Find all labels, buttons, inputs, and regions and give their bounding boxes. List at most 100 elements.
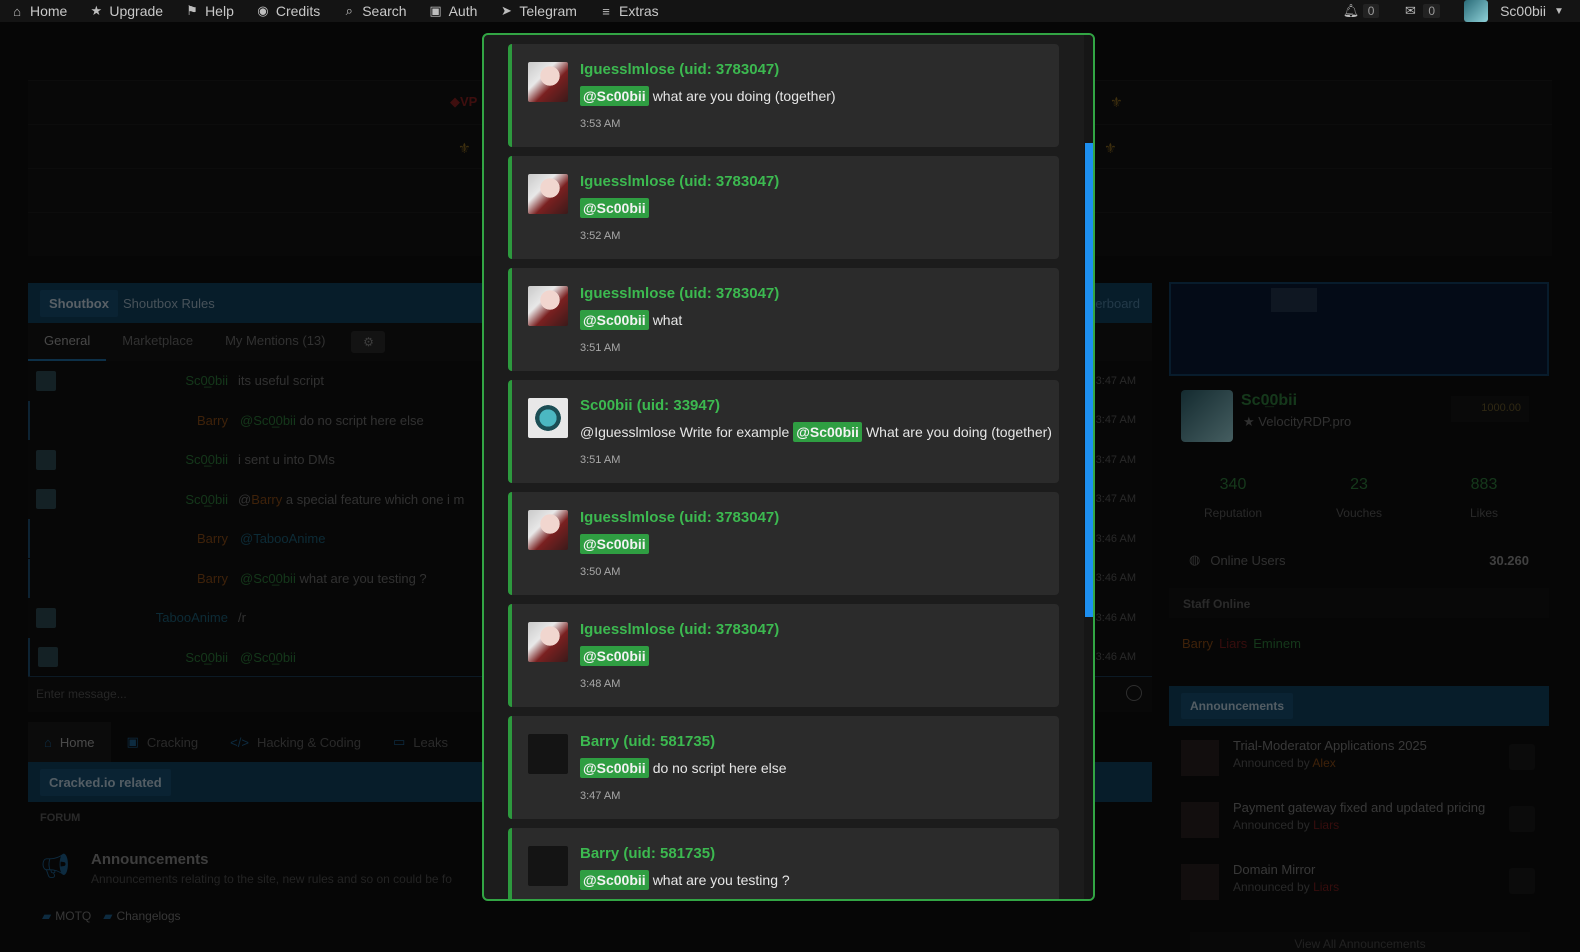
clock-icon[interactable]	[1509, 744, 1535, 770]
staff-member-link[interactable]: Barry	[1182, 636, 1213, 651]
avatar[interactable]	[528, 62, 568, 102]
mention-author[interactable]: Iguesslmlose (uid: 3783047)	[580, 61, 779, 78]
mention-tag[interactable]: @Sc00bii	[580, 86, 649, 106]
shout-mention[interactable]: @Sc0̲0bii	[240, 571, 296, 586]
shout-username[interactable]: TabooAnime	[156, 610, 228, 625]
mention-author[interactable]: Iguesslmlose (uid: 3783047)	[580, 621, 779, 638]
clock-icon[interactable]	[1509, 806, 1535, 832]
shout-message: /r	[238, 610, 246, 625]
nav-telegram[interactable]: ➤ Telegram	[499, 3, 577, 19]
inbox-icon[interactable]: ✉︎	[1403, 3, 1417, 19]
mention-author[interactable]: Barry (uid: 581735)	[580, 845, 715, 862]
shout-username[interactable]: Sc0̲0bii	[185, 650, 228, 665]
announcement-title[interactable]: Trial-Moderator Applications 2025	[1233, 738, 1427, 753]
mention-author[interactable]: Iguesslmlose (uid: 3783047)	[580, 285, 779, 302]
avatar[interactable]	[528, 510, 568, 550]
tab-cracking[interactable]: ▣ Cracking	[111, 722, 215, 762]
inbox-count: 0	[1423, 4, 1441, 18]
shout-username[interactable]: Barry	[197, 531, 228, 546]
shout-username[interactable]: Sc0̲0bii	[185, 373, 228, 388]
announcement-title[interactable]: Payment gateway fixed and updated pricin…	[1233, 800, 1485, 815]
author-link[interactable]: Liars	[1313, 880, 1339, 894]
clock-icon[interactable]	[1509, 868, 1535, 894]
announcement-title[interactable]: Domain Mirror	[1233, 862, 1315, 877]
bell-icon[interactable]: 🔔︎	[1343, 3, 1360, 19]
avatar[interactable]	[36, 449, 56, 470]
announcement-item[interactable]: Payment gateway fixed and updated pricin…	[1169, 796, 1549, 844]
shout-username[interactable]: Barry	[197, 571, 228, 586]
nav-extras[interactable]: ≡ Extras	[599, 3, 658, 19]
staff-member-link[interactable]: Liars	[1219, 636, 1247, 651]
staff-member-link[interactable]: Eminem	[1253, 636, 1301, 651]
tab-general[interactable]: General	[28, 323, 107, 361]
announcement-item[interactable]: Domain Mirror Announced by Liars	[1169, 858, 1549, 906]
leaderboard-link[interactable]: erboard	[1095, 296, 1140, 311]
avatar[interactable]	[528, 286, 568, 326]
stat-likes: 883 Likes	[1469, 476, 1498, 520]
nav-auth[interactable]: ▣ Auth	[429, 3, 477, 19]
shout-mention[interactable]: @Sc0̲0bii	[240, 413, 296, 428]
avatar[interactable]	[528, 846, 568, 886]
emoji-icon[interactable]	[1126, 685, 1142, 701]
author-link[interactable]: Liars	[1313, 818, 1339, 832]
avatar[interactable]	[528, 174, 568, 214]
tab-label: Home	[59, 734, 95, 750]
chevron-down-icon[interactable]: ▼	[1552, 6, 1566, 17]
forum-category-tabs: ⌂ Home ▣ Cracking </> Hacking & Coding ▭ Leaks	[28, 722, 488, 762]
forum-announcements-link[interactable]: Announcements	[91, 851, 209, 868]
author-link[interactable]: Alex	[1312, 756, 1335, 770]
mention-message: @Sc00bii	[580, 646, 649, 666]
tab-marketplace[interactable]: Marketplace	[106, 323, 209, 361]
avatar[interactable]	[528, 734, 568, 774]
avatar[interactable]	[36, 489, 56, 509]
nav-label: Help	[205, 3, 234, 19]
profile-name[interactable]: Sc0̲0bii	[1241, 392, 1297, 410]
tab-home[interactable]: ⌂ Home	[28, 722, 111, 762]
scrollbar[interactable]	[1084, 35, 1093, 899]
shoutbox-rules-link[interactable]: Shoutbox Rules	[123, 296, 215, 311]
tab-leaks[interactable]: ▭ Leaks	[377, 722, 464, 762]
mention-tag[interactable]: @Sc00bii	[580, 758, 649, 778]
mention-tag[interactable]: @Sc00bii	[580, 646, 649, 666]
shout-username[interactable]: Sc0̲0bii	[185, 492, 228, 507]
mention-tag[interactable]: @Sc00bii	[793, 422, 862, 442]
subforum-link[interactable]: ▰ MOTQ	[42, 909, 91, 923]
shout-text: /r	[238, 610, 246, 625]
announced-by-label: Announced by	[1233, 880, 1310, 894]
profile-avatar[interactable]	[1181, 390, 1233, 442]
view-all-announcements-link[interactable]: View All Announcements	[1190, 932, 1530, 952]
avatar[interactable]	[528, 398, 568, 438]
tab-my-mentions[interactable]: My Mentions (13)	[209, 323, 341, 361]
scrollbar-thumb[interactable]	[1085, 143, 1093, 617]
mention-tag[interactable]: @Sc00bii	[580, 870, 649, 890]
sidebar-ad-banner[interactable]	[1169, 282, 1549, 376]
shout-username[interactable]: Barry	[197, 413, 228, 428]
username-menu[interactable]: Sc00bii	[1500, 3, 1546, 19]
mention-author[interactable]: Sc00bii (uid: 33947)	[580, 397, 720, 414]
tab-hacking-coding[interactable]: </> Hacking & Coding	[214, 722, 377, 762]
avatar[interactable]	[1464, 0, 1489, 22]
nav-credits[interactable]: ◉ Credits	[256, 3, 320, 19]
settings-button[interactable]: ⚙	[351, 331, 386, 353]
shout-mention[interactable]: @Sc0̲0bii	[240, 650, 296, 665]
announcement-item[interactable]: Trial-Moderator Applications 2025 Announc…	[1169, 734, 1549, 782]
avatar[interactable]	[38, 647, 58, 667]
avatar[interactable]	[528, 622, 568, 662]
mention-tag[interactable]: @Sc00bii	[580, 198, 649, 218]
mention-author[interactable]: Iguesslmlose (uid: 3783047)	[580, 173, 779, 190]
nav-upgrade[interactable]: ★ Upgrade	[89, 3, 164, 19]
shout-mention[interactable]: @TabooAnime	[240, 531, 325, 546]
forum-column-label: FORUM	[40, 812, 81, 824]
nav-help[interactable]: ⚑ Help	[185, 3, 234, 19]
shout-username[interactable]: Sc0̲0bii	[185, 452, 228, 467]
nav-home[interactable]: ⌂ Home	[10, 3, 67, 19]
mention-tag[interactable]: @Sc00bii	[580, 534, 649, 554]
shout-mention[interactable]: Barry	[251, 492, 282, 507]
avatar[interactable]	[36, 607, 56, 628]
avatar[interactable]	[36, 370, 56, 391]
nav-search[interactable]: ⌕ Search	[342, 3, 407, 19]
mention-author[interactable]: Barry (uid: 581735)	[580, 733, 715, 750]
mention-author[interactable]: Iguesslmlose (uid: 3783047)	[580, 509, 779, 526]
subforum-link[interactable]: ▰ Changelogs	[103, 909, 180, 923]
mention-tag[interactable]: @Sc00bii	[580, 310, 649, 330]
